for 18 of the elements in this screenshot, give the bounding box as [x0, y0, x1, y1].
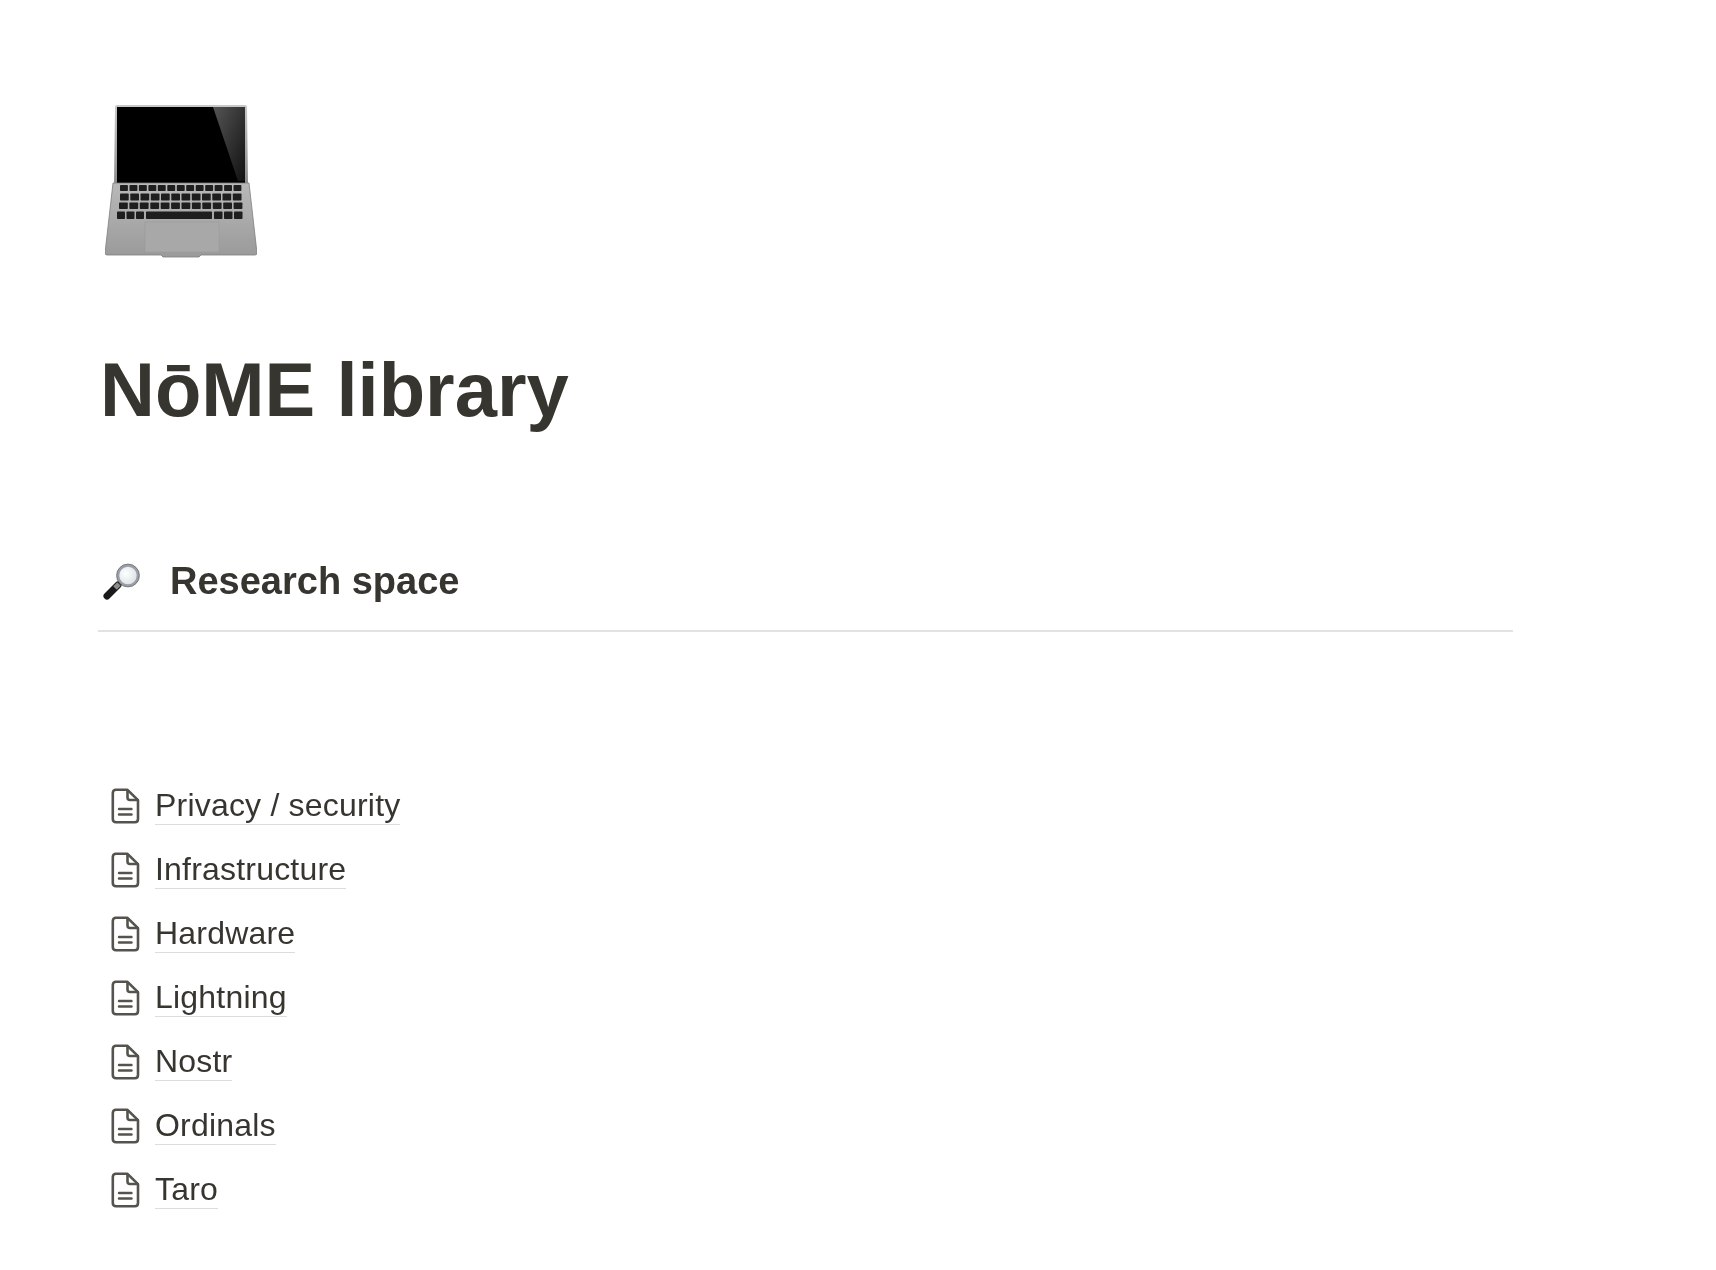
page-link[interactable]: Lightning — [155, 977, 287, 1018]
section-heading: Research space — [170, 559, 460, 605]
document-icon — [111, 1171, 140, 1208]
document-icon — [111, 787, 140, 824]
document-icon — [111, 1043, 140, 1080]
page-link[interactable]: Infrastructure — [155, 849, 347, 890]
page-link[interactable]: Nostr — [155, 1041, 233, 1082]
document-icon — [111, 851, 140, 888]
laptop-icon — [105, 105, 257, 258]
magnifying-glass-icon — [102, 562, 142, 601]
page-link[interactable]: Taro — [155, 1169, 219, 1210]
document-icon — [111, 979, 140, 1016]
document-icon — [111, 1107, 140, 1144]
page-link[interactable]: Ordinals — [155, 1105, 276, 1146]
document-icon — [111, 915, 140, 952]
page-title: NōME library — [100, 346, 569, 434]
page-link[interactable]: Hardware — [155, 913, 296, 954]
page-link[interactable]: Privacy / security — [155, 785, 401, 826]
